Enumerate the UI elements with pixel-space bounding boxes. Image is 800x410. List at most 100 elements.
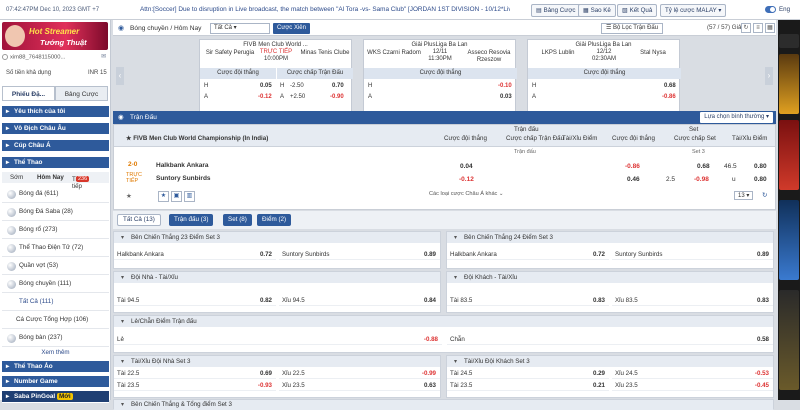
- section-pingoal[interactable]: Saba PinGoal Mới: [2, 391, 109, 403]
- odds-cell[interactable]: 0.80: [754, 176, 767, 183]
- sport-saba-football[interactable]: Bóng Đá Saba (28): [2, 203, 109, 221]
- odds-cell[interactable]: 0.04: [460, 163, 473, 170]
- odds-cell[interactable]: Xỉu 83.5 0.83: [612, 295, 773, 306]
- odds-cell[interactable]: Tài 22.5 0.69: [114, 368, 276, 379]
- odds-cell[interactable]: Tài 94.5 0.82: [114, 295, 276, 306]
- market-title[interactable]: Lẻ/Chẵn Điểm Trận đấu: [114, 316, 773, 327]
- results-button[interactable]: ▧ Kết Quả: [617, 4, 658, 17]
- odds-cell[interactable]: Halkbank Ankara 0.72: [114, 249, 276, 260]
- match-filter-button[interactable]: ☰ Bộ Lọc Trận Đấu: [601, 23, 664, 34]
- section-sports[interactable]: Thể Thao: [2, 157, 109, 169]
- section-number-game[interactable]: Number Game: [2, 376, 109, 388]
- odds-cell[interactable]: Tài 24.5 0.29: [447, 368, 609, 379]
- promo-image[interactable]: [779, 290, 799, 390]
- odds-cell[interactable]: Xỉu 24.5 -0.53: [612, 368, 773, 379]
- sort-icon[interactable]: ≡: [753, 23, 763, 33]
- sport-football[interactable]: Bóng đá (611): [2, 185, 109, 203]
- bet-list-button[interactable]: ▤ Bảng Cược: [531, 4, 581, 17]
- card-odds-row[interactable]: A 0.03: [364, 92, 517, 103]
- odds-cell[interactable]: Tài 23.5 0.21: [447, 380, 609, 391]
- card-odds-row[interactable]: H -0.10: [364, 81, 517, 92]
- market-title[interactable]: Đội Khách - Tài/Xỉu: [447, 272, 773, 283]
- star-icon[interactable]: ★: [126, 192, 132, 200]
- promo-image[interactable]: [779, 54, 799, 114]
- odds-cell[interactable]: 0.80: [754, 163, 767, 170]
- market-title[interactable]: Tài/Xỉu Đội Nhà Set 3: [114, 356, 440, 367]
- tab-bet-list[interactable]: Bảng Cược: [55, 86, 108, 101]
- market-title[interactable]: Tài/Xỉu Đội Khách Set 3: [447, 356, 773, 367]
- odds-cell[interactable]: Suntory Sunbirds 0.89: [612, 249, 773, 260]
- view-mode-select[interactable]: Lựa chọn bình thường ▾: [700, 112, 773, 123]
- section-virtual[interactable]: Thể Thao Ảo: [2, 361, 109, 373]
- stats-icon[interactable]: ▥: [184, 191, 195, 202]
- promo-image[interactable]: [779, 200, 799, 280]
- sport-basketball[interactable]: Bóng rổ (273): [2, 221, 109, 239]
- promo-banner[interactable]: Hot Streamer Tướng Thuật: [2, 22, 108, 50]
- market-title[interactable]: Bên Chiến Thắng 24 Điểm Set 3: [447, 232, 773, 243]
- volleyball-combo[interactable]: Cá Cược Tổng Hợp (106): [2, 311, 109, 329]
- right-promo-strip[interactable]: [778, 20, 800, 400]
- featured-card[interactable]: FIVB Men Club World ... Sir Safety Perug…: [199, 39, 353, 121]
- card-odds-row[interactable]: H 0.05 H -2.50 0.70: [200, 81, 353, 92]
- sport-table-tennis[interactable]: Bóng bàn (237): [2, 329, 109, 347]
- market-title[interactable]: Đội Nhà - Tài/Xỉu: [114, 272, 440, 283]
- tab-bet-slip[interactable]: Phiếu Đặ...: [2, 86, 55, 101]
- odds-cell[interactable]: Halkbank Ankara 0.72: [447, 249, 609, 260]
- odds-type-select[interactable]: Tỷ lệ cược MALAY ▾: [660, 4, 727, 17]
- odds-cell[interactable]: Xỉu 23.5 0.63: [279, 380, 440, 391]
- odds-cell[interactable]: Tài 23.5 -0.93: [114, 380, 276, 391]
- sport-volleyball[interactable]: Bóng chuyền (111): [2, 275, 109, 293]
- odds-cell[interactable]: -0.12: [459, 176, 474, 183]
- market-title[interactable]: Bên Chiến Thắng & Tổng điểm Set 3: [114, 400, 773, 410]
- grid-icon[interactable]: ▦: [765, 23, 775, 33]
- promo-image[interactable]: [779, 120, 799, 190]
- section-asian-cup[interactable]: Cúp Châu Á: [2, 140, 109, 152]
- odds-cell[interactable]: Tài 83.5 0.83: [447, 295, 609, 306]
- odds-cell[interactable]: 0.68: [697, 163, 710, 170]
- odds-cell[interactable]: -0.98: [694, 176, 709, 183]
- page-select[interactable]: 13 ▾: [734, 191, 754, 200]
- league-name[interactable]: ★ FIVB Men Club World Championship (In I…: [126, 135, 268, 142]
- sport-tennis[interactable]: Quần vợt (53): [2, 257, 109, 275]
- more-markets-link[interactable]: Các loại cược Châu Á khác ⌄: [429, 191, 504, 197]
- featured-card[interactable]: Giải PlusLiga Ba Lan WKS Czarni Radom 12…: [363, 39, 517, 121]
- card-odds-row[interactable]: H 0.68: [528, 81, 681, 92]
- parlay-button[interactable]: Cược Xiên: [273, 23, 310, 34]
- tab-all[interactable]: Tất Cả (13): [117, 214, 161, 226]
- tab-match[interactable]: Trận đấu (3): [169, 214, 214, 226]
- odds-cell[interactable]: Xỉu 23.5 -0.45: [612, 380, 773, 391]
- tab-points[interactable]: Điểm (2): [257, 214, 292, 226]
- odds-cell[interactable]: -0.86: [625, 163, 640, 170]
- refresh-icon[interactable]: ↻: [741, 23, 751, 33]
- card-odds-row[interactable]: A -0.86: [528, 92, 681, 103]
- tab-today[interactable]: Hôm Nay: [37, 174, 64, 181]
- featured-card[interactable]: Giải PlusLiga Ba Lan LKPS Lublin 12/12 02…: [527, 39, 681, 121]
- card-odds-row[interactable]: A -0.12 A +2.50 -0.90: [200, 92, 353, 103]
- section-euro[interactable]: Vô Địch Châu Âu: [2, 123, 109, 135]
- see-more-link[interactable]: Xem thêm: [2, 347, 109, 359]
- language-label[interactable]: Eng: [779, 6, 790, 13]
- prev-arrow-icon[interactable]: ‹: [116, 67, 124, 85]
- statement-button[interactable]: ▦ Sao Kê: [578, 4, 616, 17]
- tv-icon[interactable]: ▣: [171, 191, 182, 202]
- mail-icon[interactable]: ✉: [101, 54, 106, 60]
- odds-cell[interactable]: Chẵn 0.58: [447, 334, 773, 345]
- theme-toggle[interactable]: [765, 6, 776, 13]
- odds-cell[interactable]: Xỉu 94.5 0.84: [279, 295, 440, 306]
- tab-early[interactable]: Sớm: [10, 174, 23, 181]
- odds-cell[interactable]: Lẻ -0.88: [114, 334, 442, 345]
- market-title[interactable]: Bên Chiến Thắng 23 Điểm Set 3: [114, 232, 440, 243]
- news-ticker[interactable]: Attn:[Soccer] Due to disruption in Live …: [140, 6, 510, 13]
- odds-cell[interactable]: Suntory Sunbirds 0.89: [279, 249, 440, 260]
- section-favorites[interactable]: Yêu thích của tôi: [2, 106, 109, 118]
- market-select[interactable]: Tất Cả ▾: [210, 23, 270, 34]
- tab-set[interactable]: Set (8): [223, 214, 252, 226]
- refresh-icon[interactable]: ↻: [762, 191, 767, 199]
- odds-cell[interactable]: 0.46: [627, 176, 640, 183]
- favorite-star-icon[interactable]: ★: [158, 191, 169, 202]
- sport-esports[interactable]: Thể Thao Điện Tử (72): [2, 239, 109, 257]
- odds-cell[interactable]: Xỉu 22.5 -0.99: [279, 368, 440, 379]
- next-arrow-icon[interactable]: ›: [765, 67, 773, 85]
- promo-logo[interactable]: [779, 34, 799, 48]
- volleyball-all[interactable]: Tất Cả (111): [2, 293, 109, 311]
